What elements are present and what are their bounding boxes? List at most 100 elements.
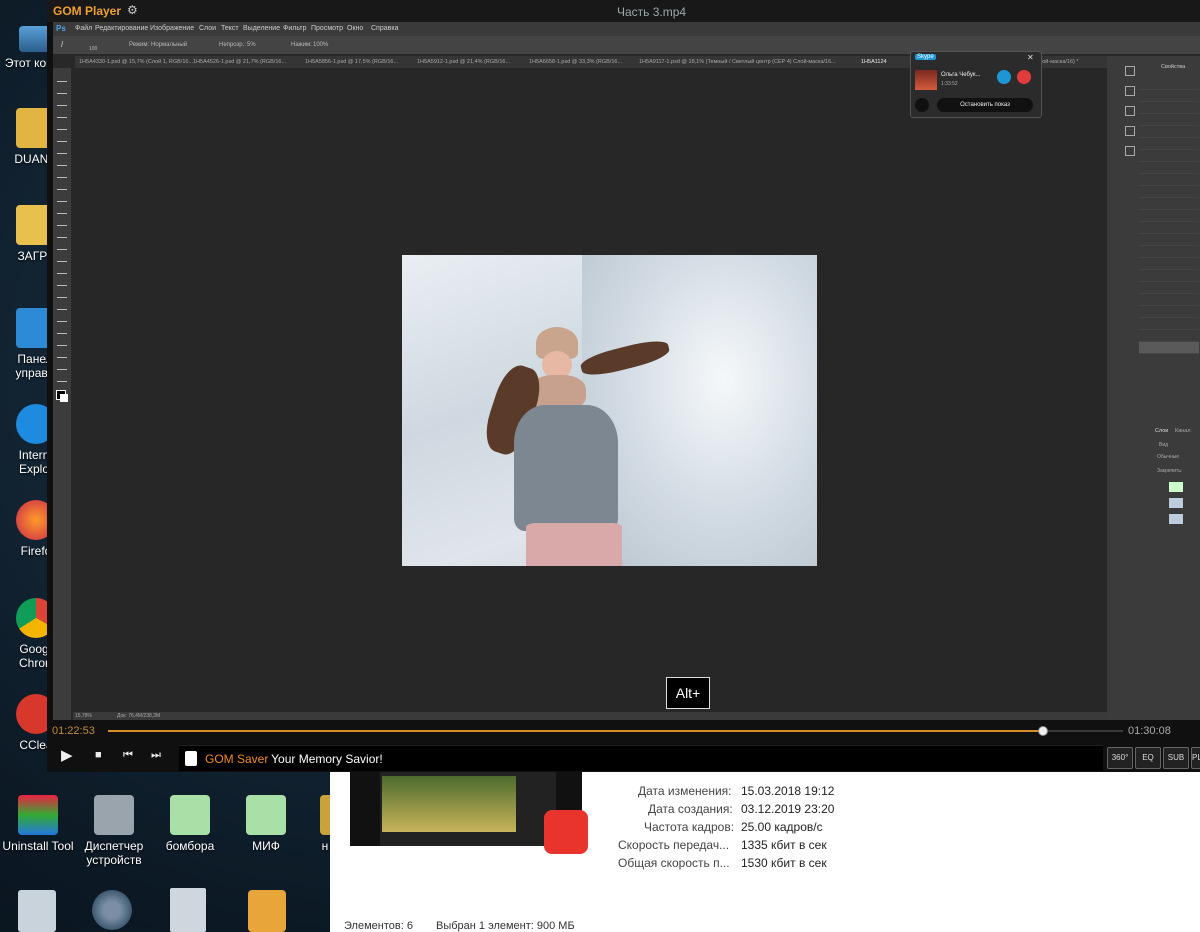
ps-tab-active: 1H5A1124 bbox=[861, 59, 887, 65]
uninstall-tool-icon bbox=[18, 795, 58, 835]
lock-label: Закрепить: bbox=[1157, 468, 1183, 474]
title-bar[interactable]: GOM Player ⚙ Часть 3.mp4 bbox=[47, 0, 1200, 22]
ps-tab: 1H5A5912-1.psd @ 21,4% (RGB/16... bbox=[417, 59, 511, 65]
desktop-icon-bombora[interactable]: бомбора bbox=[154, 795, 226, 853]
prop-label-total-bitrate: Общая скорость п... bbox=[618, 856, 730, 870]
history-row bbox=[1139, 246, 1199, 258]
total-time: 01:30:08 bbox=[1128, 725, 1171, 737]
history-row bbox=[1139, 174, 1199, 186]
history-row bbox=[1139, 114, 1199, 126]
ps-tab: 1H5A9117-1.psd @ 18,1% (Темный / Светлый… bbox=[639, 59, 836, 65]
panel-icon bbox=[1125, 146, 1135, 156]
ps-right-panels: Свойства Слои Канал Вид Обычные Закрепит… bbox=[1107, 56, 1200, 720]
subtitle-button[interactable]: SUB bbox=[1163, 747, 1189, 769]
hangup-button[interactable] bbox=[1017, 70, 1031, 84]
desktop-icon-label: МИФ bbox=[252, 839, 280, 853]
gom-saver-banner[interactable]: GOM Saver Your Memory Savior! bbox=[179, 745, 1103, 771]
girl-coat bbox=[514, 405, 618, 531]
tool-icon bbox=[57, 122, 67, 130]
ps-menu-view: Просмотр bbox=[311, 25, 343, 32]
tool-icon bbox=[57, 266, 67, 274]
calculator-icon[interactable] bbox=[170, 888, 206, 932]
tool-icon bbox=[57, 110, 67, 118]
gom-logo: GOM Player bbox=[53, 4, 122, 18]
stop-sharing-button[interactable]: Остановить показ bbox=[937, 98, 1033, 112]
flow-label: Нажим: bbox=[291, 42, 312, 48]
history-row bbox=[1139, 150, 1199, 162]
seek-bar[interactable] bbox=[108, 726, 1123, 736]
desktop-icon-partial[interactable]: н bbox=[296, 795, 330, 853]
ps-menu-image: Изображение bbox=[150, 25, 195, 32]
ps-tab: 1H5A4526-1.psd @ 21,7% (RGB/16... bbox=[193, 59, 287, 65]
tool-icon bbox=[57, 302, 67, 310]
previous-button[interactable]: ⏮ bbox=[123, 749, 133, 762]
document-photo bbox=[402, 255, 817, 566]
chevron-down-icon[interactable] bbox=[915, 98, 929, 112]
caller-name: Ольга Чебук... bbox=[941, 72, 981, 78]
girl-skirt bbox=[526, 523, 622, 566]
ps-menu-layers: Слои bbox=[199, 25, 217, 32]
call-duration: 1:33:52 bbox=[941, 81, 958, 87]
prop-value-total-bitrate: 1530 кбит в сек bbox=[741, 856, 827, 870]
settings-gear-icon[interactable]: ⚙ bbox=[127, 3, 138, 17]
tool-icon bbox=[57, 182, 67, 190]
banner-brand: GOM Saver bbox=[205, 752, 269, 766]
settings-gear-icon[interactable] bbox=[92, 890, 132, 930]
tool-icon bbox=[57, 98, 67, 106]
mic-button[interactable] bbox=[997, 70, 1011, 84]
ps-tab: 1H5A6658-1.psd @ 33,3% (RGB/16... bbox=[529, 59, 623, 65]
desktop-icon-uninstall-tool[interactable]: Uninstall Tool bbox=[0, 795, 76, 853]
tool-icon bbox=[57, 350, 67, 358]
ps-menu-file: Файл bbox=[75, 25, 93, 32]
history-row bbox=[1139, 186, 1199, 198]
next-button[interactable]: ⏭ bbox=[151, 749, 161, 762]
window-title: Часть 3.mp4 bbox=[617, 5, 687, 19]
flow-value: 100% bbox=[313, 42, 329, 48]
tool-icon bbox=[57, 290, 67, 298]
keyboard-hint-overlay: Alt+ bbox=[666, 677, 710, 709]
stop-button[interactable]: ■ bbox=[95, 749, 102, 761]
history-row bbox=[1139, 222, 1199, 234]
history-row bbox=[1139, 306, 1199, 318]
gom-saver-icon bbox=[185, 751, 197, 766]
playlist-button[interactable]: PL bbox=[1191, 747, 1200, 769]
brush-size: 100 bbox=[89, 46, 98, 52]
ps-status-bar: 15,78% Док: 76,4M/238,3M bbox=[73, 712, 1107, 720]
history-row-active bbox=[1139, 342, 1199, 354]
mode-select: Нормальный bbox=[151, 42, 188, 48]
ps-menu-edit: Редактирование bbox=[95, 25, 149, 32]
desktop-icon-mif[interactable]: МИФ bbox=[230, 795, 302, 853]
recycle-bin-icon[interactable] bbox=[18, 890, 56, 932]
tool-icon bbox=[57, 314, 67, 322]
vr-360-button[interactable]: 360° bbox=[1107, 747, 1133, 769]
video-frame-photoshop: Ps Файл Редактирование Изображение Слои … bbox=[53, 22, 1200, 720]
layer-thumb bbox=[1169, 498, 1183, 508]
desktop-icon-device-manager[interactable]: Диспетчер устройств bbox=[78, 795, 150, 867]
prop-value-created: 03.12.2019 23:20 bbox=[741, 802, 835, 816]
security-lock-icon[interactable] bbox=[248, 890, 286, 932]
tool-icon bbox=[57, 158, 67, 166]
tool-icon bbox=[57, 278, 67, 286]
history-row bbox=[1139, 294, 1199, 306]
play-button[interactable]: ▶ bbox=[61, 746, 73, 764]
tool-icon bbox=[57, 206, 67, 214]
history-row bbox=[1139, 162, 1199, 174]
ps-toolbar bbox=[53, 68, 71, 720]
seek-handle[interactable] bbox=[1037, 726, 1048, 736]
layers-tab: Слои bbox=[1155, 428, 1169, 434]
equalizer-button[interactable]: EQ bbox=[1135, 747, 1161, 769]
tool-icon bbox=[57, 86, 67, 94]
ps-menu-type: Текст bbox=[221, 25, 239, 32]
panel-icon bbox=[1125, 106, 1135, 116]
prop-value-bitrate: 1335 кбит в сек bbox=[741, 838, 827, 852]
history-row bbox=[1139, 138, 1199, 150]
close-icon[interactable]: ✕ bbox=[1027, 53, 1034, 62]
seek-progress bbox=[108, 730, 1042, 732]
ps-tab: 1H5A5856-1.psd @ 17,5% (RGB/16... bbox=[305, 59, 399, 65]
history-row bbox=[1139, 90, 1199, 102]
tool-icon bbox=[57, 194, 67, 202]
history-row bbox=[1139, 210, 1199, 222]
tool-icon bbox=[57, 230, 67, 238]
prop-value-modified: 15.03.2018 19:12 bbox=[741, 784, 835, 798]
gom-app-icon bbox=[544, 810, 588, 854]
